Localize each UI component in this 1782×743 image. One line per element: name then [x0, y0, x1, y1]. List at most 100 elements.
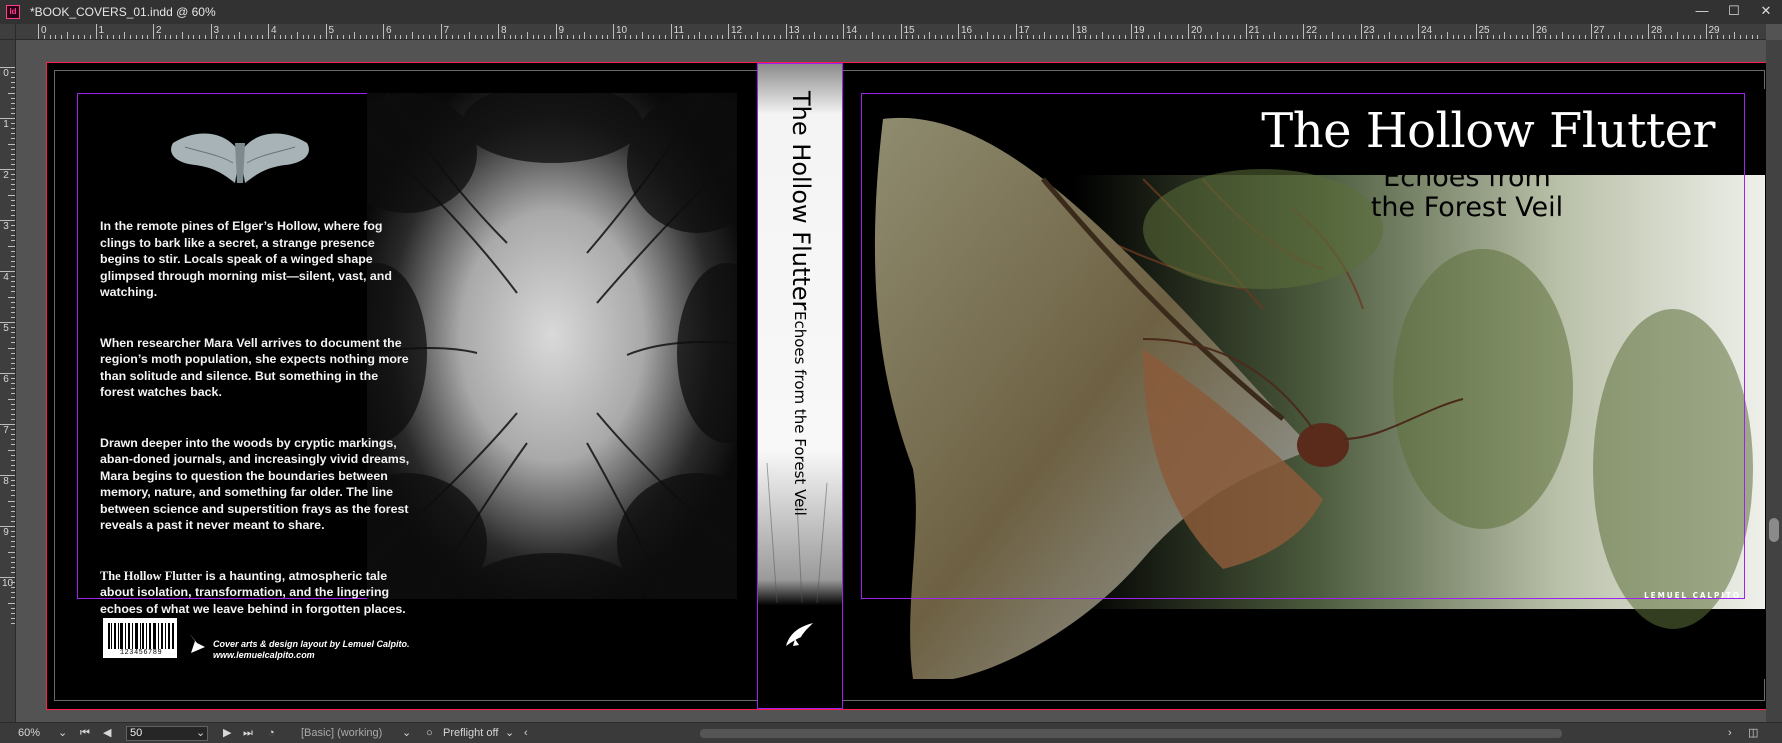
ruler-minor-tick — [1682, 35, 1684, 39]
ruler-minor-tick — [1671, 35, 1672, 39]
design-credit: Cover arts & design layout by Lemuel Cal… — [213, 639, 410, 661]
ruler-minor-tick — [342, 35, 344, 39]
ruler-major-tick — [785, 24, 787, 39]
ruler-minor-tick — [722, 35, 724, 39]
next-page-icon[interactable]: ▶ — [223, 726, 231, 741]
pasteboard[interactable]: In the remote pines of Elger’s Hollow, w… — [16, 40, 1774, 722]
ruler-minor-tick — [866, 35, 867, 39]
horizontal-scrollbar-thumb[interactable] — [700, 729, 1562, 738]
last-page-icon[interactable]: ⏭ — [243, 726, 253, 741]
ruler-minor-tick — [239, 32, 241, 39]
ruler-minor-tick — [11, 408, 15, 410]
ruler-minor-tick — [791, 35, 793, 39]
ruler-label: 10 — [2, 578, 14, 589]
book-cover-spread[interactable]: In the remote pines of Elger’s Hollow, w… — [46, 62, 1774, 710]
zoom-level[interactable]: 60% — [18, 726, 40, 741]
ruler-minor-tick — [8, 398, 15, 400]
front-cover-subtitle[interactable]: Echoes from the Forest Veil — [1317, 163, 1617, 223]
ruler-minor-tick — [354, 32, 356, 39]
vertical-scrollbar-thumb[interactable] — [1769, 518, 1779, 542]
ruler-minor-tick — [624, 35, 626, 39]
open-in-window-icon[interactable]: ◔ — [268, 726, 275, 741]
spine-subtitle: Echoes from the Forest Veil — [791, 311, 809, 516]
ruler-minor-tick — [1205, 35, 1207, 39]
ruler-label: 5 — [3, 323, 9, 334]
ruler-minor-tick — [1280, 35, 1281, 39]
ruler-minor-tick — [1446, 32, 1448, 39]
ruler-origin[interactable] — [0, 24, 16, 40]
ruler-minor-tick — [549, 35, 551, 39]
ruler-minor-tick — [1722, 35, 1724, 39]
ruler-minor-tick — [929, 32, 931, 39]
ruler-minor-tick — [1659, 35, 1661, 39]
title-bar: Id *BOOK_COVERS_01.indd @ 60% — ☐ ✕ — [0, 0, 1782, 24]
scroll-right-icon[interactable]: › — [1728, 726, 1732, 741]
split-window-icon[interactable]: ◫ — [1748, 726, 1758, 741]
isbn-barcode[interactable]: 123456789 — [102, 617, 178, 659]
ruler-minor-tick — [11, 485, 15, 487]
master-page-status[interactable]: [Basic] (working) — [301, 726, 382, 741]
back-cover-blurb: In the remote pines of Elger’s Hollow, w… — [100, 218, 412, 651]
ruler-minor-tick — [8, 245, 15, 247]
ruler-minor-tick — [1251, 35, 1253, 39]
vertical-ruler[interactable]: 0 1 2 3 4 5 6 7 8 9 10 — [0, 40, 16, 722]
ruler-minor-tick — [11, 112, 15, 114]
indesign-app-icon: Id — [6, 5, 20, 19]
maximize-button[interactable]: ☐ — [1718, 0, 1750, 24]
zoom-dropdown-icon[interactable]: ⌄ — [58, 726, 67, 741]
ruler-minor-tick — [118, 35, 120, 39]
ruler-minor-tick — [1751, 35, 1753, 39]
first-page-icon[interactable]: ⏮ — [80, 726, 90, 741]
moth-illustration-small[interactable] — [165, 123, 315, 187]
ruler-minor-tick — [877, 35, 879, 39]
ruler-minor-tick — [705, 35, 706, 39]
ruler-minor-tick — [78, 35, 80, 39]
ruler-minor-tick — [699, 32, 701, 39]
forest-canopy-image[interactable] — [367, 93, 737, 599]
ruler-minor-tick — [825, 35, 827, 39]
ruler-minor-tick — [1613, 35, 1615, 39]
ruler-minor-tick — [756, 32, 758, 39]
ruler-minor-tick — [11, 281, 15, 283]
ruler-minor-tick — [262, 35, 264, 39]
ruler-minor-tick — [486, 35, 488, 39]
author-name[interactable]: LEMUEL CALPITO — [1607, 591, 1741, 600]
front-cover-title[interactable]: The Hollow Flutter — [1167, 103, 1715, 159]
ruler-minor-tick — [388, 35, 390, 39]
ruler-minor-tick — [8, 347, 15, 349]
scroll-left-icon[interactable]: ‹ — [524, 726, 528, 741]
ruler-label: 3 — [3, 221, 9, 232]
minimize-button[interactable]: — — [1686, 0, 1718, 24]
previous-page-icon[interactable]: ◀ — [103, 726, 111, 741]
front-subtitle-line-1: Echoes from — [1383, 162, 1551, 193]
preflight-dropdown-icon[interactable]: ⌄ — [505, 726, 514, 741]
ruler-minor-tick — [377, 35, 379, 39]
ruler-minor-tick — [601, 35, 603, 39]
vertical-scrollbar[interactable] — [1766, 40, 1782, 722]
ruler-minor-tick — [1211, 35, 1212, 39]
ruler-minor-tick — [11, 393, 15, 395]
ruler-minor-tick — [923, 35, 925, 39]
ruler-label: 2 — [3, 170, 9, 181]
ruler-minor-tick — [469, 32, 471, 39]
ruler-label: 0 — [3, 68, 9, 79]
barcode-number: 123456789 — [119, 649, 163, 657]
ruler-minor-tick — [11, 123, 15, 125]
ruler-minor-tick — [49, 35, 51, 39]
close-button[interactable]: ✕ — [1750, 0, 1782, 24]
ruler-minor-tick — [1366, 35, 1368, 39]
ruler-minor-tick — [1630, 35, 1632, 39]
page-dropdown-icon[interactable]: ⌄ — [196, 726, 205, 741]
preflight-status-icon[interactable]: ○ — [426, 726, 433, 741]
ruler-minor-tick — [1556, 35, 1557, 39]
ruler-minor-tick — [11, 332, 15, 334]
blurb-paragraph-2: When researcher Mara Vell arrives to doc… — [100, 335, 409, 400]
ruler-minor-tick — [981, 35, 982, 39]
horizontal-ruler[interactable]: 0 1 2 3 4 5 6 7 8 9 10 11 12 13 14 15 16 17 18 19 20 21 22 23 24… — [16, 24, 1766, 40]
master-dropdown-icon[interactable]: ⌄ — [402, 726, 411, 741]
ruler-minor-tick — [11, 352, 15, 354]
ruler-minor-tick — [1216, 32, 1218, 39]
ruler-minor-tick — [181, 32, 183, 39]
preflight-status[interactable]: Preflight off — [443, 726, 498, 741]
ruler-minor-tick — [584, 32, 586, 39]
